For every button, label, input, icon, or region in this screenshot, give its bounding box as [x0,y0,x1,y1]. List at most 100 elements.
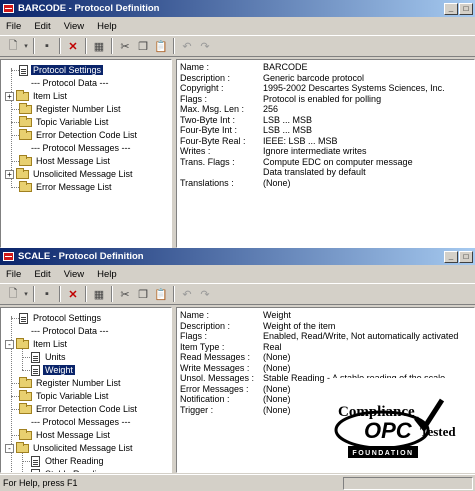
folder-icon [16,167,29,179]
menu-edit[interactable]: Edit [34,21,50,32]
detail-row: Writes : Ignore intermediate writes [180,146,471,157]
page-icon [31,351,40,363]
tree-node[interactable]: - Unsolicited Message List [5,441,135,454]
dropdown-arrow-icon[interactable]: ▾ [22,37,30,55]
folder-icon [19,180,32,192]
tree-node[interactable]: Error Message List [19,180,114,193]
tree-node-label: Error Detection Code List [36,404,138,414]
expand-icon[interactable]: + [5,169,14,179]
tree-node-label: Unsolicited Message List [33,169,133,179]
copy-icon[interactable]: ❐ [134,285,152,303]
minimize-button[interactable]: _ [444,2,458,15]
title-bar[interactable]: SCALE - Protocol Definition _ □ [0,248,475,265]
folder-open-icon [16,441,29,453]
tree-node[interactable]: Register Number List [19,376,123,389]
tree-node-label: Topic Variable List [36,117,109,127]
detail-value: LSB ... MSB [263,125,313,135]
detail-row: Flags : Enabled, Read/Write, Not automati… [180,331,471,342]
maximize-button[interactable]: □ [459,2,473,15]
tree-node[interactable]: Topic Variable List [19,389,110,402]
tree-node[interactable]: Host Message List [19,154,112,167]
tree-node[interactable]: --- Protocol Data --- [29,77,111,89]
detail-row: Trans. Flags : Compute EDC on computer me… [180,157,471,168]
tree-node[interactable]: Units [31,351,68,363]
barcode-window: BARCODE - Protocol Definition _ □ File E… [0,0,475,248]
page-icon [31,364,40,376]
menu-view[interactable]: View [64,269,84,280]
folder-icon [19,115,32,127]
tree-node[interactable]: Error Detection Code List [19,402,139,415]
maximize-button[interactable]: □ [459,250,473,263]
toolbar-separator [33,286,35,302]
protocol-tree[interactable]: Protocol Settings --- Protocol Data --- - I… [0,307,172,473]
tree-node[interactable]: Host Message List [19,428,112,441]
redo-icon[interactable]: ↷ [196,285,214,303]
paste-icon[interactable]: 📋 [152,37,170,55]
copy-icon[interactable]: ❐ [134,37,152,55]
detail-row: Item Type : Real [180,342,471,353]
folder-icon [19,376,32,388]
menu-help[interactable]: Help [97,269,117,280]
menu-file[interactable]: File [6,21,21,32]
properties-icon[interactable]: ▦ [90,285,108,303]
delete-icon[interactable]: ✕ [64,37,82,55]
new-icon[interactable]: 🗋 [4,37,22,55]
menu-view[interactable]: View [64,21,84,32]
detail-value: 1995-2002 Descartes Systems Sciences, In… [263,83,445,93]
page-icon [19,64,28,76]
tree-node[interactable]: --- Protocol Data --- [29,325,111,337]
tree-node[interactable]: Stable Reading [31,468,109,472]
tree-node[interactable]: + Unsolicited Message List [5,167,135,180]
detail-value: Real [263,341,282,352]
save-icon[interactable]: ▪ [38,285,56,303]
detail-key: Description : [180,320,231,331]
tree-connector-line [22,370,30,371]
menu-file[interactable]: File [6,269,21,280]
paste-icon[interactable]: 📋 [152,285,170,303]
new-icon[interactable]: 🗋 [4,285,22,303]
tree-node[interactable]: + Item List [5,89,69,102]
tree-node-label: Weight [43,365,75,375]
tree-node-label: Host Message List [36,430,111,440]
tree-node[interactable]: Error Detection Code List [19,128,139,141]
tree-node[interactable]: Topic Variable List [19,115,110,128]
tree-node[interactable]: - Item List [5,337,69,350]
tree-node[interactable]: --- Protocol Messages --- [29,142,133,154]
redo-icon[interactable]: ↷ [196,37,214,55]
tree-node[interactable]: Register Number List [19,102,123,115]
delete-icon[interactable]: ✕ [64,285,82,303]
tree-node[interactable]: Protocol Settings [19,64,104,76]
tree-node[interactable]: --- Protocol Messages --- [29,416,133,428]
tree-connector-line [11,161,19,162]
toolbar-separator [111,38,113,54]
menu-help[interactable]: Help [97,21,117,32]
toolbar-separator [173,286,175,302]
collapse-icon[interactable]: - [5,339,14,349]
tree-connector-line [11,409,19,410]
undo-icon[interactable]: ↶ [178,285,196,303]
tree-node-label: Host Message List [36,156,111,166]
save-icon[interactable]: ▪ [38,37,56,55]
properties-icon[interactable]: ▦ [90,37,108,55]
folder-icon [16,89,29,101]
tree-node-label: --- Protocol Messages --- [31,143,131,153]
tree-connector-line [11,435,19,436]
tree-node[interactable]: Weight [31,364,75,376]
tree-connector-line [22,357,30,358]
cut-icon[interactable]: ✂ [116,285,134,303]
undo-icon[interactable]: ↶ [178,37,196,55]
protocol-tree[interactable]: Protocol Settings --- Protocol Data --- + I… [0,59,172,248]
dropdown-arrow-icon[interactable]: ▾ [22,285,30,303]
expand-icon[interactable]: + [5,91,14,101]
cut-icon[interactable]: ✂ [116,37,134,55]
collapse-icon[interactable]: - [5,443,14,453]
minimize-button[interactable]: _ [444,250,458,263]
detail-value: Weight [263,310,291,320]
menu-edit[interactable]: Edit [34,269,50,280]
menu-bar: File Edit View Help [0,17,475,35]
tree-node-label: Topic Variable List [36,391,109,401]
tree-node[interactable]: Protocol Settings [19,312,103,324]
title-bar[interactable]: BARCODE - Protocol Definition _ □ [0,0,475,17]
detail-value: Compute EDC on computer message [263,156,413,167]
tree-node[interactable]: Other Reading [31,455,106,467]
